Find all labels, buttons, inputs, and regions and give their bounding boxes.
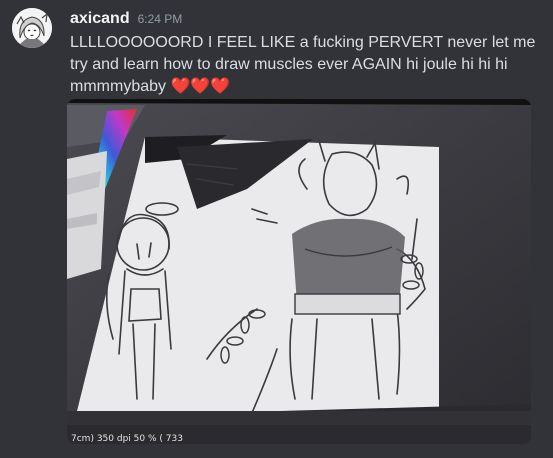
- message-text: LLLLOOOOOORD I FEEL LIKE a fucking PERVE…: [70, 34, 536, 95]
- heart-emoji: ❤️: [210, 78, 231, 95]
- avatar[interactable]: [12, 8, 52, 48]
- heart-emoji: ❤️: [190, 78, 211, 95]
- photo-of-tablet-drawing: [67, 99, 531, 444]
- avatar-drawing-icon: [12, 8, 52, 48]
- timestamp[interactable]: 6:24 PM: [138, 12, 183, 26]
- message-header: axicand 6:24 PM: [70, 10, 182, 30]
- username[interactable]: axicand: [70, 10, 130, 28]
- chat-message: axicand 6:24 PM LLLLOOOOOORD I FEEL LIKE…: [0, 0, 553, 458]
- tablet-status-text: 7cm) 350 dpi 50 % ( 733: [71, 434, 183, 444]
- message-content: LLLLOOOOOORD I FEEL LIKE a fucking PERVE…: [70, 32, 540, 98]
- heart-emoji: ❤️: [170, 78, 191, 95]
- image-attachment[interactable]: 7cm) 350 dpi 50 % ( 733: [67, 99, 531, 444]
